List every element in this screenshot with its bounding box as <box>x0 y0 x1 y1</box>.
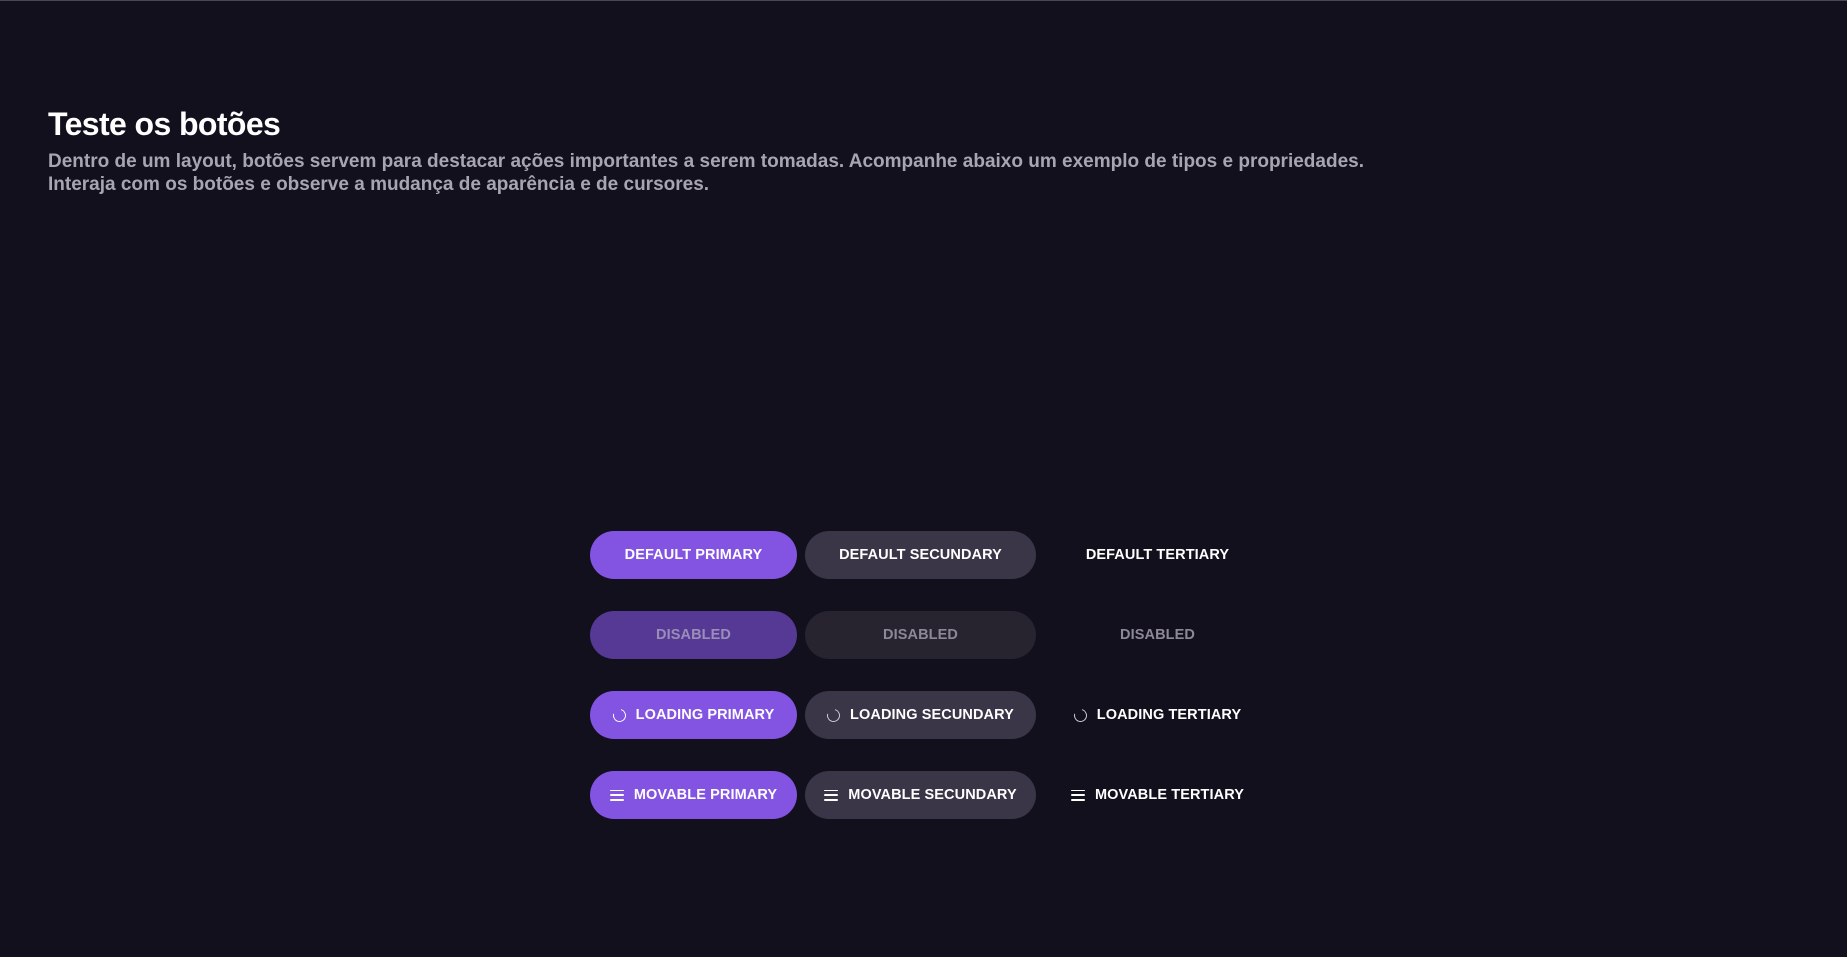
spinner-icon <box>610 706 629 724</box>
button-label: DISABLED <box>656 627 731 643</box>
button-label: DEFAULT TERTIARY <box>1085 547 1230 563</box>
button-label: MOVABLE TERTIARY <box>1094 787 1244 803</box>
button-label: MOVABLE SECUNDARY <box>848 787 1017 803</box>
button-label: DISABLED <box>883 627 958 643</box>
loading-tertiary-button[interactable]: LOADING TERTIARY <box>1044 691 1271 739</box>
description-line-1: Dentro de um layout, botões servem para … <box>48 151 1364 172</box>
top-divider <box>0 0 1847 1</box>
movable-secondary-button[interactable]: MOVABLE SECUNDARY <box>805 771 1036 819</box>
loading-primary-button[interactable]: LOADING PRIMARY <box>590 691 797 739</box>
movable-tertiary-button[interactable]: MOVABLE TERTIARY <box>1044 771 1271 819</box>
description-line-2: Interaja com os botões e observe a mudan… <box>48 174 710 195</box>
button-label: DEFAULT PRIMARY <box>624 547 763 563</box>
button-label: LOADING SECUNDARY <box>850 707 1014 723</box>
drag-handle-icon[interactable] <box>824 789 839 801</box>
intro-section: Teste os botões Dentro de um layout, bot… <box>48 104 1548 196</box>
loading-secondary-button[interactable]: LOADING SECUNDARY <box>805 691 1036 739</box>
drag-handle-icon[interactable] <box>609 789 624 801</box>
button-label: LOADING PRIMARY <box>635 707 775 723</box>
button-label: DEFAULT SECUNDARY <box>839 547 1002 563</box>
default-primary-button[interactable]: DEFAULT PRIMARY <box>590 531 797 579</box>
page-title: Teste os botões <box>48 106 281 142</box>
button-label: DISABLED <box>1120 627 1195 643</box>
drag-handle-icon[interactable] <box>1070 789 1085 801</box>
button-label: LOADING TERTIARY <box>1096 707 1242 723</box>
spinner-icon <box>824 706 843 724</box>
default-secondary-button[interactable]: DEFAULT SECUNDARY <box>805 531 1036 579</box>
disabled-primary-button[interactable]: DISABLED <box>590 611 797 659</box>
movable-primary-button[interactable]: MOVABLE PRIMARY <box>590 771 797 819</box>
button-label: MOVABLE PRIMARY <box>633 787 778 803</box>
default-tertiary-button[interactable]: DEFAULT TERTIARY <box>1044 531 1271 579</box>
disabled-tertiary-button[interactable]: DISABLED <box>1044 611 1271 659</box>
disabled-secondary-button[interactable]: DISABLED <box>805 611 1036 659</box>
buttons-grid: DEFAULT PRIMARY DEFAULT SECUNDARY DEFAUL… <box>590 531 1271 819</box>
spinner-icon <box>1071 706 1090 724</box>
page-description: Dentro de um layout, botões servem para … <box>48 150 1548 196</box>
